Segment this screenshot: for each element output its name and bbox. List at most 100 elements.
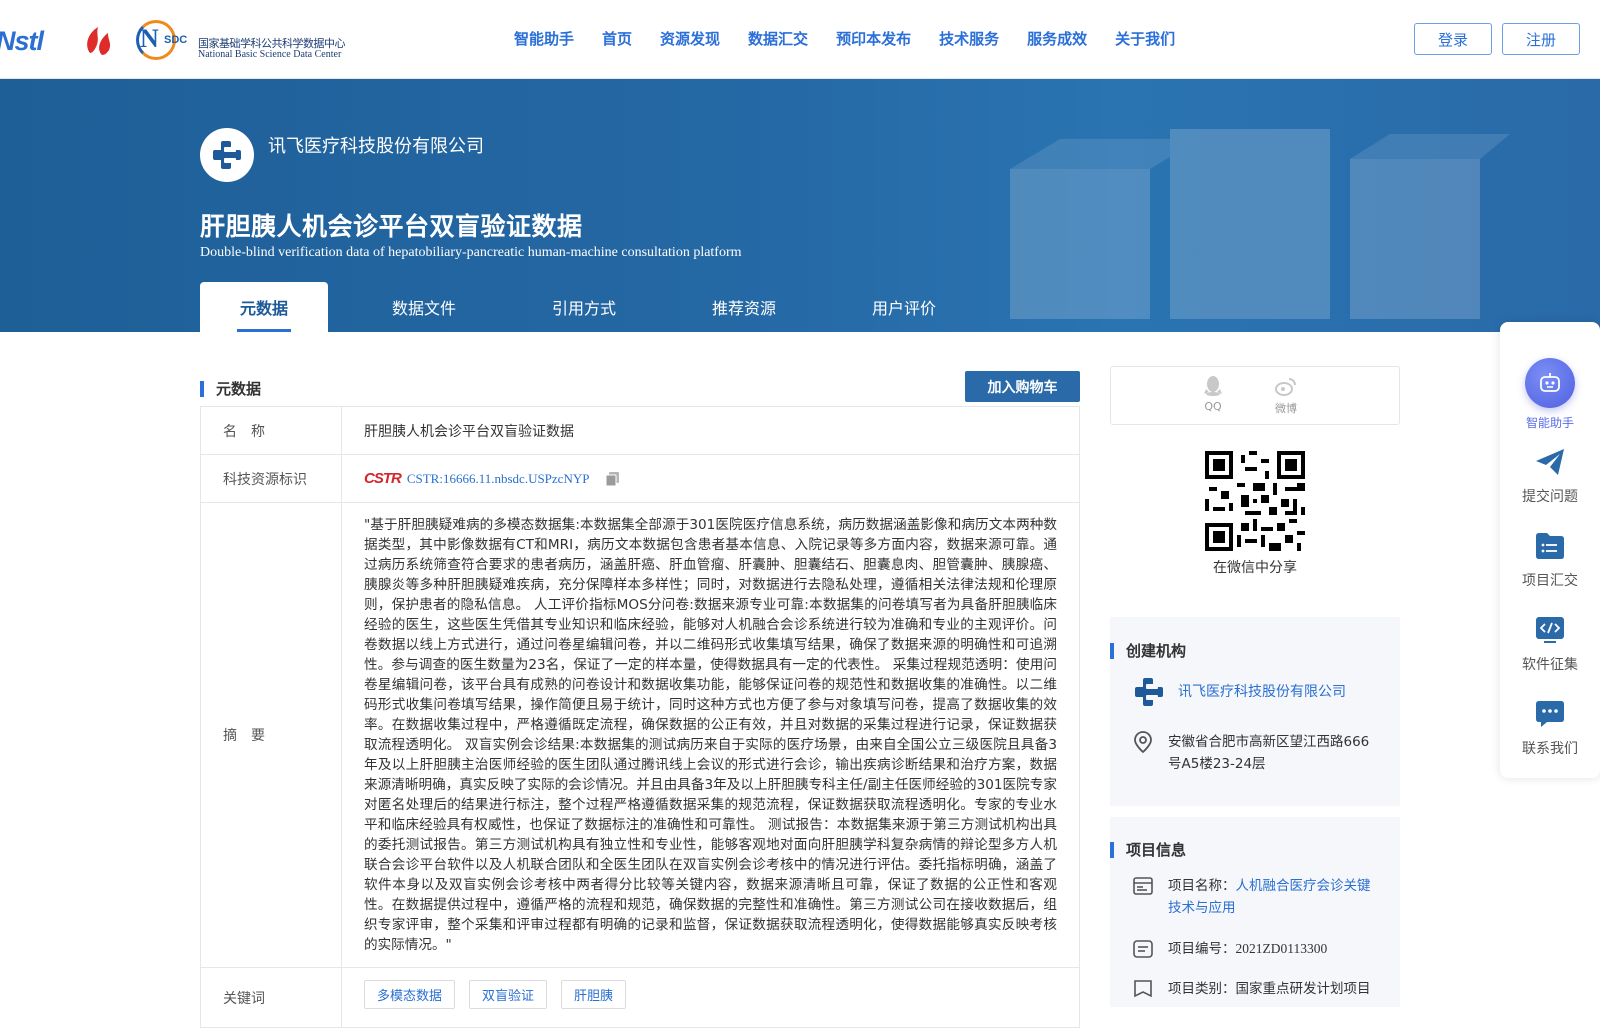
dataset-title-en: Double-blind verification data of hepato… [200, 245, 742, 260]
project-type-label: 项目类别： [1168, 981, 1236, 997]
float-software-collection[interactable]: 软件征集 [1500, 614, 1600, 674]
nstl-logo[interactable]: Nstl [0, 26, 44, 57]
section-accent-bar [1110, 642, 1114, 659]
creator-address: 安徽省合肥市高新区望江西路666号A5楼23-24层 [1168, 734, 1370, 772]
nav-home[interactable]: 首页 [588, 28, 646, 49]
project-code-value: 2021ZD0113300 [1235, 941, 1328, 956]
top-header: Nstl N SDC 国家基础学科公共科学数据中心 National Basic… [0, 0, 1600, 79]
nsdc-logo-en: National Basic Science Data Center [198, 49, 342, 60]
tab-metadata[interactable]: 元数据 [200, 282, 328, 332]
share-box: QQ 微博 [1110, 366, 1400, 425]
partner-logo-red[interactable] [82, 23, 118, 57]
dataset-banner: 讯飞医疗科技股份有限公司 肝胆胰人机会诊平台双盲验证数据 Double-blin… [0, 79, 1600, 332]
nav-tech-services[interactable]: 技术服务 [925, 28, 1013, 49]
banner-org-name: 讯飞医疗科技股份有限公司 [268, 136, 484, 157]
keyword-tag[interactable]: 肝胆胰 [561, 980, 627, 1009]
field-label-name: 名 称 [200, 406, 342, 455]
field-label-abstract: 摘 要 [200, 502, 342, 968]
login-button[interactable]: 登录 [1414, 23, 1492, 55]
main-nav: 智能助手 首页 资源发现 数据汇交 预印本发布 技术服务 服务成效 关于我们 [500, 28, 1189, 49]
creator-panel: 创建机构 讯飞医疗科技股份有限公司 安徽省合肥市高新区望江西路666号A5楼23… [1110, 617, 1400, 806]
project-section-header: 项目信息 [1110, 839, 1186, 860]
project-name-label: 项目名称： [1168, 878, 1236, 894]
tab-recommended[interactable]: 推荐资源 [664, 282, 824, 332]
project-type-text: 项目类别：国家重点研发计划项目 [1168, 978, 1371, 1000]
tab-data-files[interactable]: 数据文件 [344, 282, 504, 332]
project-code-text: 项目编号：2021ZD0113300 [1168, 938, 1327, 960]
nav-ai-assistant[interactable]: 智能助手 [500, 28, 588, 49]
share-weibo-label: 微博 [1275, 402, 1297, 415]
copy-icon[interactable] [605, 471, 621, 487]
table-row: 摘 要 "基于肝胆胰疑难病的多模态数据集:本数据集全部源于301医院医疗信息系统… [200, 502, 1080, 968]
field-value-abstract: "基于肝胆胰疑难病的多模态数据集:本数据集全部源于301医院医疗信息系统，病历数… [341, 502, 1080, 968]
creator-section-header: 创建机构 [1110, 640, 1186, 661]
project-name-text: 项目名称：人机融合医疗会诊关键技术与应用 [1168, 875, 1382, 919]
nav-about[interactable]: 关于我们 [1101, 28, 1189, 49]
share-weibo[interactable]: 微博 [1266, 375, 1306, 416]
creator-org-link[interactable]: 讯飞医疗科技股份有限公司 [1178, 675, 1346, 709]
field-value-keywords: 多模态数据 双盲验证 肝胆胰 [341, 967, 1080, 1028]
table-row: 科技资源标识 CSTR CSTR:16666.11.nbsdc.USPzcNYP [200, 454, 1080, 503]
float-contact-us[interactable]: 联系我们 [1500, 698, 1600, 758]
table-row: 关键词 多模态数据 双盲验证 肝胆胰 [200, 967, 1080, 1028]
field-label-identifier: 科技资源标识 [200, 454, 342, 503]
tab-citation[interactable]: 引用方式 [504, 282, 664, 332]
medical-cross-icon [213, 141, 241, 169]
project-section-title: 项目信息 [1126, 841, 1187, 859]
cstr-container: CSTR CSTR:16666.11.nbsdc.USPzcNYP [364, 470, 1057, 487]
code-icon [1534, 614, 1566, 646]
cstr-link[interactable]: CSTR:16666.11.nbsdc.USPzcNYP [407, 471, 590, 487]
keyword-tag[interactable]: 双盲验证 [469, 980, 548, 1009]
share-qq-label: QQ [1204, 400, 1222, 413]
keyword-tag[interactable]: 多模态数据 [364, 980, 456, 1009]
project-type-value: 国家重点研发计划项目 [1235, 981, 1371, 997]
creator-address-row: 安徽省合肥市高新区望江西路666号A5楼23-24层 [1132, 731, 1382, 775]
float-project-submission[interactable]: 项目汇交 [1500, 530, 1600, 590]
org-logo-icon [1132, 675, 1166, 709]
cstr-logo: CSTR [364, 470, 402, 487]
weibo-icon [1275, 378, 1296, 396]
field-value-identifier: CSTR CSTR:16666.11.nbsdc.USPzcNYP [341, 454, 1080, 503]
wechat-qr-code [1205, 451, 1305, 551]
location-pin-icon [1132, 731, 1154, 753]
section-accent-bar [200, 380, 204, 397]
add-to-cart-button[interactable]: 加入购物车 [965, 371, 1080, 402]
project-code-label: 项目编号： [1168, 941, 1236, 957]
nav-service-results[interactable]: 服务成效 [1013, 28, 1101, 49]
chat-icon [1534, 698, 1566, 730]
float-contact-label: 联系我们 [1522, 741, 1578, 757]
metadata-table: 名 称 肝胆胰人机会诊平台双盲验证数据 科技资源标识 CSTR CSTR:166… [200, 406, 1080, 1028]
creator-org-row: 讯飞医疗科技股份有限公司 [1132, 675, 1346, 709]
project-type-icon [1132, 978, 1154, 1000]
creator-section-title: 创建机构 [1126, 642, 1187, 660]
table-row: 名 称 肝胆胰人机会诊平台双盲验证数据 [200, 406, 1080, 455]
metadata-section-title: 元数据 [216, 380, 262, 398]
float-software-label: 软件征集 [1522, 657, 1578, 673]
float-submit-question[interactable]: 提交问题 [1500, 446, 1600, 506]
floating-toolbar: 智能助手 提交问题 项目汇交 软件征集 联系我们 [1500, 322, 1600, 778]
share-qq[interactable]: QQ [1193, 375, 1233, 413]
paper-plane-icon [1534, 446, 1566, 478]
float-submit-label: 提交问题 [1522, 489, 1578, 505]
dataset-tabs: 元数据 数据文件 引用方式 推荐资源 用户评价 [200, 282, 984, 332]
field-value-name: 肝胆胰人机会诊平台双盲验证数据 [341, 406, 1080, 455]
nsdc-logo-n: N [140, 24, 159, 53]
nav-preprint[interactable]: 预印本发布 [822, 28, 925, 49]
project-type-row: 项目类别：国家重点研发计划项目 [1132, 978, 1371, 1000]
nav-resource-discovery[interactable]: 资源发现 [646, 28, 734, 49]
robot-icon [1525, 358, 1575, 408]
nav-data-submission[interactable]: 数据汇交 [734, 28, 822, 49]
project-name-row: 项目名称：人机融合医疗会诊关键技术与应用 [1132, 875, 1382, 919]
register-button[interactable]: 注册 [1502, 23, 1580, 55]
project-panel: 项目信息 项目名称：人机融合医疗会诊关键技术与应用 项目编号：2021ZD011… [1110, 817, 1400, 1007]
section-accent-bar [1110, 841, 1114, 858]
field-label-keywords: 关键词 [200, 967, 342, 1028]
nsdc-logo[interactable]: N SDC 国家基础学科公共科学数据中心 National Basic Scie… [136, 20, 348, 60]
folder-list-icon [1534, 530, 1566, 562]
float-project-label: 项目汇交 [1522, 573, 1578, 589]
tab-user-reviews[interactable]: 用户评价 [824, 282, 984, 332]
float-ai-assistant[interactable]: 智能助手 [1500, 358, 1600, 431]
project-code-icon [1132, 938, 1154, 960]
float-ai-label: 智能助手 [1525, 416, 1574, 430]
qq-icon [1204, 376, 1222, 396]
